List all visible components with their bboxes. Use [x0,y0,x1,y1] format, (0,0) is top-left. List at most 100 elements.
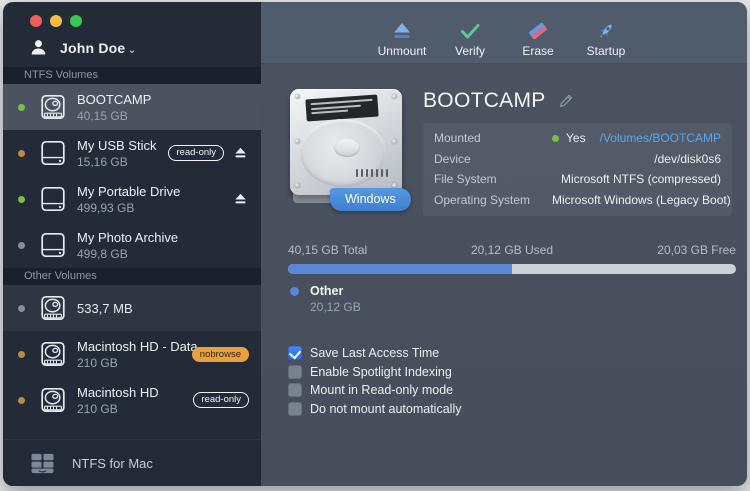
external-drive-icon [39,185,67,213]
status-dot [18,304,25,312]
volume-row-bootcamp[interactable]: BOOTCAMP 40,15 GB [3,84,261,130]
status-dot [18,241,25,249]
footer-label: NTFS for Mac [72,455,153,471]
status-dot [18,103,25,111]
usage-legend: Other 20,12 GB [288,284,736,315]
used-label: 20,12 GB Used [470,243,554,257]
user-account-menu[interactable]: John Doe ⌄ [3,34,261,67]
volume-name: My Portable Drive [77,183,181,199]
volume-title: BOOTCAMP [423,89,546,112]
verify-button[interactable]: Verify [444,20,496,58]
checkbox[interactable] [288,346,302,361]
legend-name: Other [310,284,344,298]
usage-bar-fill [288,264,513,274]
volume-row-unnamed[interactable]: 533,7 MB [3,285,261,331]
mounted-value: Yes [566,131,586,146]
volume-list: BOOTCAMP 40,15 GB My USB Stick 15,16 GB … [3,84,261,439]
legend-dot [290,287,299,296]
info-row-device: Device /dev/disk0s6 [434,151,721,166]
internal-drive-icon [39,93,67,121]
device-value: /dev/disk0s6 [654,151,721,166]
titlebar-traffic-lights [3,2,261,34]
disk-stack-icon [31,453,54,474]
legend-size: 20,12 GB [310,300,361,314]
status-dot [18,350,25,358]
volume-row-photo-archive[interactable]: My Photo Archive 499,8 GB [3,222,261,268]
info-row-file-system: File System Microsoft NTFS (compressed) [434,172,721,187]
chevron-down-icon: ⌄ [127,44,137,56]
rocket-icon [599,24,612,38]
operating-system-value: Microsoft Windows (Legacy Boot) [552,192,731,207]
volume-size: 210 GB [77,355,118,370]
nobrowse-badge: nobrowse [191,346,249,362]
volume-size: 499,8 GB [77,246,128,261]
usage-bar [288,264,736,274]
read-only-badge: read-only [193,392,249,408]
total-label: 40,15 GB Total [288,243,368,257]
eject-icon[interactable] [234,193,247,205]
windows-os-badge: Windows [330,188,411,211]
volume-size: 210 GB [77,401,118,416]
status-dot [18,396,25,404]
drive-label-sticker [305,94,379,122]
checkbox[interactable] [288,364,302,379]
ntfs-for-mac-button[interactable]: NTFS for Mac [3,439,261,486]
erase-button[interactable]: Erase [512,20,564,58]
file-system-value: Microsoft NTFS (compressed) [560,172,721,187]
minimize-button[interactable] [50,15,62,27]
volume-size: 15,16 GB [77,154,128,169]
internal-drive-icon [39,386,67,414]
info-row-operating-system: Operating System Microsoft Windows (Lega… [434,192,731,207]
volume-size: 533,7 MB [77,301,133,316]
hard-drive-image: Windows [288,87,411,211]
status-dot [18,149,25,157]
close-button[interactable] [30,15,42,27]
section-header-ntfs-volumes: NTFS Volumes [3,67,261,84]
option-do-not-mount-automatically[interactable]: Do not mount automatically [288,400,737,419]
sidebar: John Doe ⌄ NTFS Volumes BOOTCAMP 40,15 G… [3,2,261,486]
usage-section: 40,15 GB Total 20,12 GB Used 20,03 GB Fr… [288,243,737,315]
eject-icon[interactable] [234,147,247,159]
volume-name: My USB Stick [77,137,157,153]
user-name: John Doe [60,39,126,56]
status-dot [18,195,25,203]
unmount-eject-icon [394,23,410,38]
volume-name: Macintosh HD [77,384,159,400]
edit-pencil-icon[interactable] [558,93,574,109]
toolbar: Unmount Verify Erase Startup [261,2,747,64]
volume-row-macintosh-hd-data[interactable]: Macintosh HD - Data 210 GB nobrowse [3,331,261,377]
volume-row-macintosh-hd[interactable]: Macintosh HD 210 GB read-only [3,377,261,423]
info-row-mounted: Mounted Yes /Volumes/BOOTCAMP [434,131,721,146]
option-enable-spotlight-indexing[interactable]: Enable Spotlight Indexing [288,363,737,382]
startup-button[interactable]: Startup [580,20,632,58]
volume-size: 40,15 GB [77,108,128,123]
checkbox[interactable] [288,383,302,398]
internal-drive-icon [39,340,67,368]
mount-options: Save Last Access Time Enable Spotlight I… [288,344,737,418]
verify-check-icon [461,24,480,39]
section-header-other-volumes: Other Volumes [3,268,261,285]
main-panel: Unmount Verify Erase Startup Windows BOO… [261,2,747,486]
eraser-icon [529,22,547,40]
app-window: John Doe ⌄ NTFS Volumes BOOTCAMP 40,15 G… [3,2,747,486]
zoom-button[interactable] [70,15,82,27]
volume-name: Macintosh HD - Data [77,338,198,354]
internal-drive-icon [39,294,67,322]
external-drive-icon [39,231,67,259]
volume-size: 499,93 GB [77,200,135,215]
option-save-last-access-time[interactable]: Save Last Access Time [288,344,737,363]
mount-point-link[interactable]: /Volumes/BOOTCAMP [600,131,721,145]
read-only-badge: read-only [168,145,224,161]
user-icon [31,40,46,55]
free-label: 20,03 GB Free [657,243,736,257]
volume-name: My Photo Archive [77,229,179,245]
external-drive-icon [39,139,67,167]
unmount-button[interactable]: Unmount [376,20,428,58]
volume-row-portable-drive[interactable]: My Portable Drive 499,93 GB [3,176,261,222]
mounted-status-dot [552,134,559,142]
volume-row-usb-stick[interactable]: My USB Stick 15,16 GB read-only [3,130,261,176]
volume-info-panel: Mounted Yes /Volumes/BOOTCAMP Device /de… [423,123,732,216]
checkbox[interactable] [288,401,302,416]
volume-detail-view: Windows BOOTCAMP Mounted Yes /Volumes/BO… [261,64,747,486]
option-mount-read-only[interactable]: Mount in Read-only mode [288,381,737,400]
